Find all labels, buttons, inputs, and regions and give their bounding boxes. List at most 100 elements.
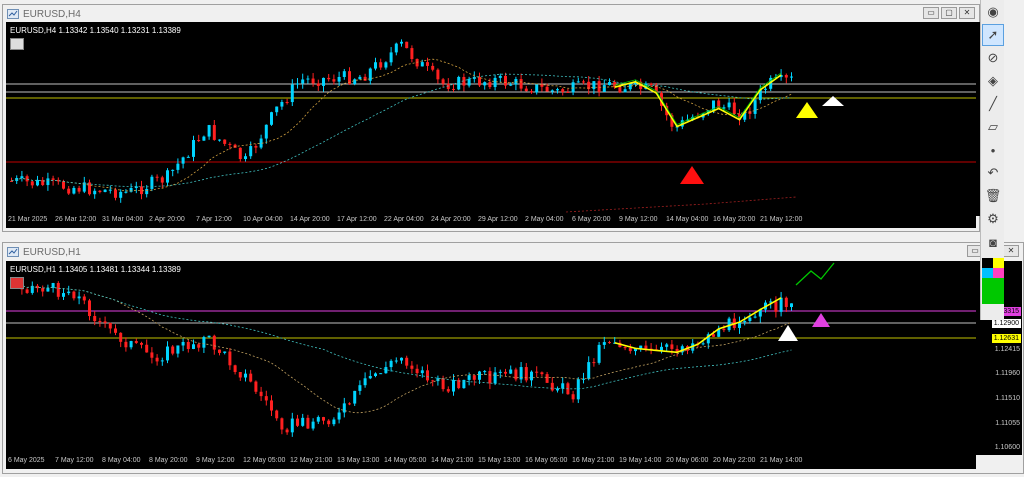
candle-body — [171, 346, 175, 354]
candle-body — [644, 345, 648, 349]
candle-body — [592, 81, 596, 90]
candle-body — [337, 412, 341, 420]
candle-body — [296, 418, 299, 426]
price-label: 1.10600 — [994, 444, 1020, 451]
candle-body — [400, 357, 403, 361]
bottom-price-chart[interactable]: EURUSD,H1 1.13405 1.13481 1.13344 1.1338… — [6, 261, 976, 455]
candle-body — [394, 43, 398, 53]
candle-body — [545, 86, 549, 92]
dot-icon[interactable]: • — [982, 139, 1004, 161]
candle-body — [207, 335, 211, 338]
candle-body — [431, 65, 435, 70]
price-label: 1.12415 — [994, 346, 1020, 353]
time-label: 2 Apr 20:00 — [149, 216, 185, 223]
trash-icon[interactable]: 🗑 — [982, 185, 1004, 207]
candle-body — [145, 188, 149, 195]
time-label: 29 Apr 12:00 — [478, 216, 518, 223]
candle-body — [576, 81, 580, 83]
maximize-button[interactable]: ▢ — [941, 7, 957, 19]
white-level-tag: 1.12900 — [991, 319, 1021, 328]
candle-body — [530, 371, 533, 381]
candle-body — [124, 191, 128, 193]
color-palette[interactable] — [982, 258, 1004, 310]
candle-body — [322, 417, 325, 421]
top-price-chart[interactable]: EURUSD,H4 1.13342 1.13540 1.13231 1.1338… — [6, 22, 976, 216]
crosshair-icon[interactable]: ⊘ — [982, 47, 1004, 69]
candle-body — [25, 176, 29, 182]
close-button[interactable]: ✕ — [1003, 245, 1019, 257]
undo-icon[interactable]: ↶ — [982, 162, 1004, 184]
candle-body — [784, 74, 788, 78]
eye-icon[interactable]: ◉ — [982, 1, 1004, 23]
close-button[interactable]: ✕ — [959, 7, 975, 19]
candle-body — [181, 157, 185, 164]
time-label: 17 Apr 12:00 — [337, 216, 377, 223]
camera-icon[interactable]: ◙ — [982, 231, 1004, 253]
candle-body — [732, 102, 736, 115]
candle-body — [332, 79, 336, 82]
candle-body — [186, 156, 190, 158]
candle-body — [571, 82, 575, 93]
candle-body — [452, 88, 455, 90]
candle-body — [493, 372, 497, 384]
candle-body — [779, 297, 783, 312]
cursor-icon[interactable]: ➚ — [982, 24, 1004, 46]
minimize-button[interactable]: ▭ — [923, 7, 939, 19]
top-time-axis: 21 Mar 2025 26 Mar 12:00 31 Mar 04:00 2 Apr… — [6, 214, 976, 228]
candle-body — [62, 181, 65, 189]
candle-body — [244, 373, 247, 378]
time-label: 16 May 05:00 — [525, 457, 568, 464]
candle-body — [145, 344, 149, 353]
candle-body — [134, 341, 138, 343]
candle-body — [290, 418, 294, 433]
candle-body — [72, 291, 76, 299]
top-window-controls: ▭ ▢ ✕ — [923, 7, 975, 19]
candle-body — [280, 101, 284, 107]
candle-body — [51, 178, 55, 180]
candle-body — [592, 362, 596, 364]
bottom-chart-tool-icon — [10, 277, 24, 289]
candle-body — [441, 79, 445, 84]
time-label: 9 May 12:00 — [196, 457, 235, 464]
moving-average-slow — [11, 73, 792, 188]
candle-body — [114, 189, 117, 198]
candle-body — [332, 419, 336, 425]
candle-body — [566, 91, 570, 93]
candle-body — [228, 143, 232, 145]
candle-body — [467, 375, 471, 380]
time-label: 7 Apr 12:00 — [196, 216, 232, 223]
tag-icon[interactable]: ◈ — [982, 70, 1004, 92]
candle-body — [639, 345, 643, 349]
candle-body — [264, 396, 268, 401]
candle-body — [441, 378, 445, 390]
candle-body — [327, 420, 331, 425]
candle-body — [155, 357, 159, 362]
bottom-window-titlebar[interactable]: EURUSD,H1 — [3, 243, 1023, 261]
top-window-titlebar[interactable]: EURUSD,H4 — [3, 5, 979, 23]
candle-body — [426, 370, 429, 381]
candle-body — [493, 77, 497, 88]
time-label: 21 May 12:00 — [760, 216, 803, 223]
yellow-triangle-marker — [796, 102, 818, 118]
candle-body — [509, 369, 513, 374]
ruler-icon[interactable]: ▱ — [982, 116, 1004, 138]
candle-body — [353, 390, 357, 404]
candle-body — [602, 85, 606, 92]
time-label: 9 May 12:00 — [619, 216, 658, 223]
candle-body — [405, 357, 409, 366]
line-icon[interactable]: ╱ — [982, 93, 1004, 115]
candle-body — [46, 178, 50, 186]
robot-icon[interactable]: ⚙ — [982, 208, 1004, 230]
candle-body — [576, 379, 580, 400]
candle-body — [171, 169, 175, 171]
candle-body — [337, 76, 341, 82]
candle-body — [561, 383, 565, 389]
candle-body — [389, 360, 393, 368]
candle-body — [212, 125, 216, 140]
candle-body — [249, 146, 253, 157]
candle-body — [30, 181, 34, 186]
candle-body — [238, 371, 242, 378]
candle-body — [192, 140, 195, 157]
candle-body — [535, 84, 539, 93]
time-label: 20 May 06:00 — [666, 457, 709, 464]
